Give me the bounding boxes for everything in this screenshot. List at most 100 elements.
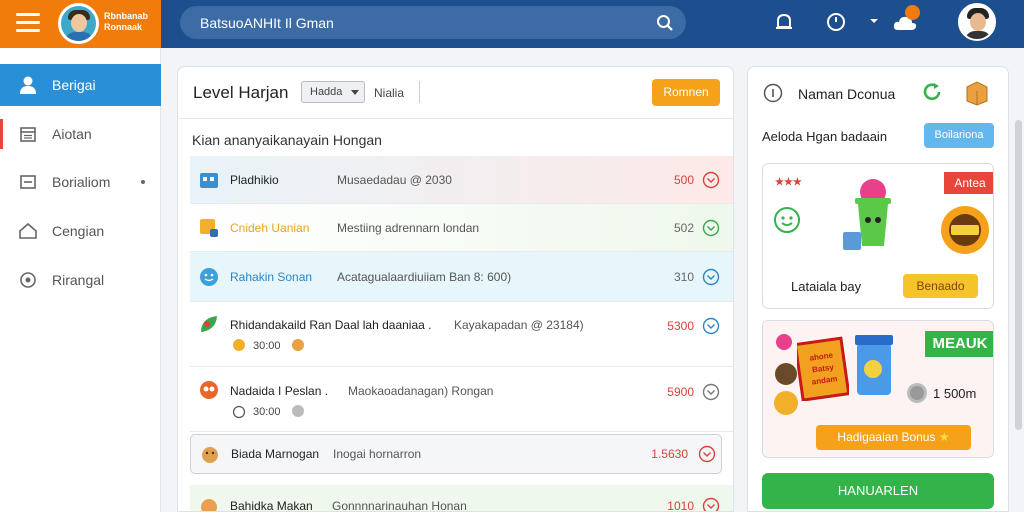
cup-illustration [855, 335, 893, 395]
sidebar-item-rirangal[interactable]: Rirangal [0, 259, 161, 301]
row-name: Rahakin Sonan [230, 270, 313, 284]
sidebar-item-cengian[interactable]: Cengian [0, 210, 161, 252]
panel-subtitle: Aeloda Hgan badaain [762, 129, 888, 144]
chevron-down-icon[interactable] [702, 268, 720, 286]
owl-icon [200, 381, 218, 399]
benaado-button[interactable]: Benaado [903, 274, 978, 298]
user-icon [20, 76, 36, 94]
sidebar-item-berigai[interactable]: Berigai [0, 64, 161, 106]
box-icon[interactable] [963, 79, 991, 107]
romnen-button[interactable]: Romnen [652, 79, 720, 106]
row-desc: Mestiing adrennarn londan [337, 221, 480, 235]
top-bar: Rbnbanab Ronnaak BatsuoANHIt Il Gman [0, 0, 1024, 48]
target-icon [20, 272, 36, 288]
page-title: Level Harjan [193, 83, 289, 102]
clock-icon [232, 405, 246, 419]
bell-icon[interactable] [773, 11, 795, 33]
card-ribbon: Antea [944, 172, 993, 194]
row-name: Rhidandakaild Ran Daal lah daaniaa . [230, 318, 432, 332]
coin-icon [233, 339, 245, 351]
puzzle-icon [200, 219, 218, 237]
more-dot-icon[interactable] [141, 180, 145, 184]
row-points: 1.5630 [651, 447, 688, 461]
scrollbar[interactable] [1015, 120, 1022, 430]
table-row[interactable]: Pladhikio Musaedadau @ 2030 500 [190, 156, 733, 204]
divider [419, 81, 420, 103]
search-bar[interactable]: BatsuoANHIt Il Gman [180, 6, 686, 39]
reward-card[interactable]: ★★★ Antea Lataiala bay Benaado [762, 163, 994, 309]
row-name: Cnideh Uanian [230, 221, 310, 235]
coin-icon [907, 383, 927, 403]
boilariona-button[interactable]: Boilariona [924, 123, 994, 148]
mascot-illustration [843, 179, 891, 250]
building-icon [200, 173, 218, 188]
brand-avatar[interactable] [58, 3, 99, 44]
table-row[interactable]: Rahakin Sonan Acatagualaardiuiiam Ban 8:… [190, 252, 733, 302]
bonus-card[interactable]: ahone Batsy andam MEAUK 1 500m Hadigaaian … [762, 320, 994, 458]
row-name: Biada Marnogan [231, 447, 320, 461]
sort-label[interactable]: Nialia [374, 86, 404, 100]
row-points: 310 [673, 270, 694, 284]
filter-dropdown[interactable]: Hadda [301, 81, 365, 103]
section-subtitle: Kian ananyaikanayain Hongan [192, 132, 382, 148]
calendar-icon [20, 127, 36, 142]
chevron-down-icon[interactable] [702, 219, 720, 237]
chevron-down-icon[interactable] [702, 383, 720, 401]
sidebar: Berigai Aiotan Borialiom Cengian Riranga… [0, 48, 161, 512]
sidebar-item-label: Rirangal [52, 272, 105, 288]
row-points: 1010 [667, 499, 694, 512]
search-input[interactable]: BatsuoANHIt Il Gman [200, 15, 334, 31]
face-icon [292, 339, 304, 351]
row-desc: Inogai hornarron [333, 447, 422, 461]
home-icon [19, 222, 37, 239]
badge-icon [941, 206, 989, 254]
row-time: 30:00 [253, 406, 281, 418]
row-desc: Maokaoadanagan) Rongan [348, 384, 494, 398]
dropdown-value: Hadda [310, 86, 343, 98]
card-icon [20, 175, 36, 189]
sidebar-item-label: Borialiom [52, 174, 111, 190]
button-label: Hadigaaian Bonus [837, 430, 936, 444]
search-icon[interactable] [656, 14, 674, 32]
card-label: Lataiala bay [791, 279, 862, 294]
notification-badge [905, 5, 920, 20]
row-points: 500 [673, 173, 694, 187]
dog-icon [202, 447, 218, 463]
refresh-icon[interactable] [921, 81, 943, 103]
sidebar-item-borialiom[interactable]: Borialiom [0, 161, 161, 203]
active-accent [0, 119, 3, 149]
sign-illustration: ahoneBatsyandam [797, 336, 849, 401]
sidebar-item-label: Berigai [52, 77, 96, 93]
main-panel: Level Harjan Hadda Nialia Romnen Kian an… [177, 66, 734, 512]
table-row[interactable]: Cnideh Uanian Mestiing adrennarn londan … [190, 204, 733, 252]
sidebar-item-aiotan[interactable]: Aiotan [0, 113, 161, 155]
row-name: Bahidka Makan [230, 499, 313, 512]
panel-title: Naman Dconua [798, 86, 896, 102]
smiley-icon [200, 268, 218, 286]
row-time: 30:00 [253, 340, 281, 352]
leaf-icon [201, 316, 217, 332]
hanuarlen-button[interactable]: HANUARLEN [762, 473, 994, 509]
chevron-down-icon[interactable] [702, 317, 720, 335]
chevron-down-icon[interactable] [698, 445, 716, 463]
table-row[interactable]: Bahidka Makan Gonnnnarinauhan Honan 1010 [190, 485, 733, 512]
flower-icon [776, 334, 792, 350]
brand-name: Rbnbanab Ronnaak [104, 11, 148, 32]
face-icon [292, 405, 304, 417]
chevron-down-icon[interactable] [702, 497, 720, 512]
row-desc: Acatagualaardiuiiam Ban 8: 600) [337, 270, 512, 284]
right-panel: Naman Dconua Aeloda Hgan badaain Boilari… [747, 66, 1009, 512]
sidebar-item-label: Cengian [52, 223, 105, 239]
chevron-down-icon[interactable] [702, 171, 720, 189]
table-row[interactable]: Biada Marnogan Inogai hornarron 1.5630 [190, 434, 722, 474]
row-name: Pladhikio [230, 173, 279, 187]
table-row[interactable]: Rhidandakaild Ran Daal lah daaniaa . Kay… [190, 302, 733, 367]
hamburger-menu-icon[interactable] [16, 13, 40, 33]
dropdown-arrow-icon[interactable] [868, 15, 880, 27]
clock-icon[interactable] [825, 11, 847, 33]
hadigaaian-bonus-button[interactable]: Hadigaaian Bonus ★ [816, 425, 971, 450]
bear-icon [201, 499, 217, 511]
table-row[interactable]: Nadaida I Peslan . Maokaoadanagan) Ronga… [190, 367, 733, 432]
user-avatar[interactable] [958, 3, 996, 41]
info-icon[interactable] [763, 83, 783, 103]
